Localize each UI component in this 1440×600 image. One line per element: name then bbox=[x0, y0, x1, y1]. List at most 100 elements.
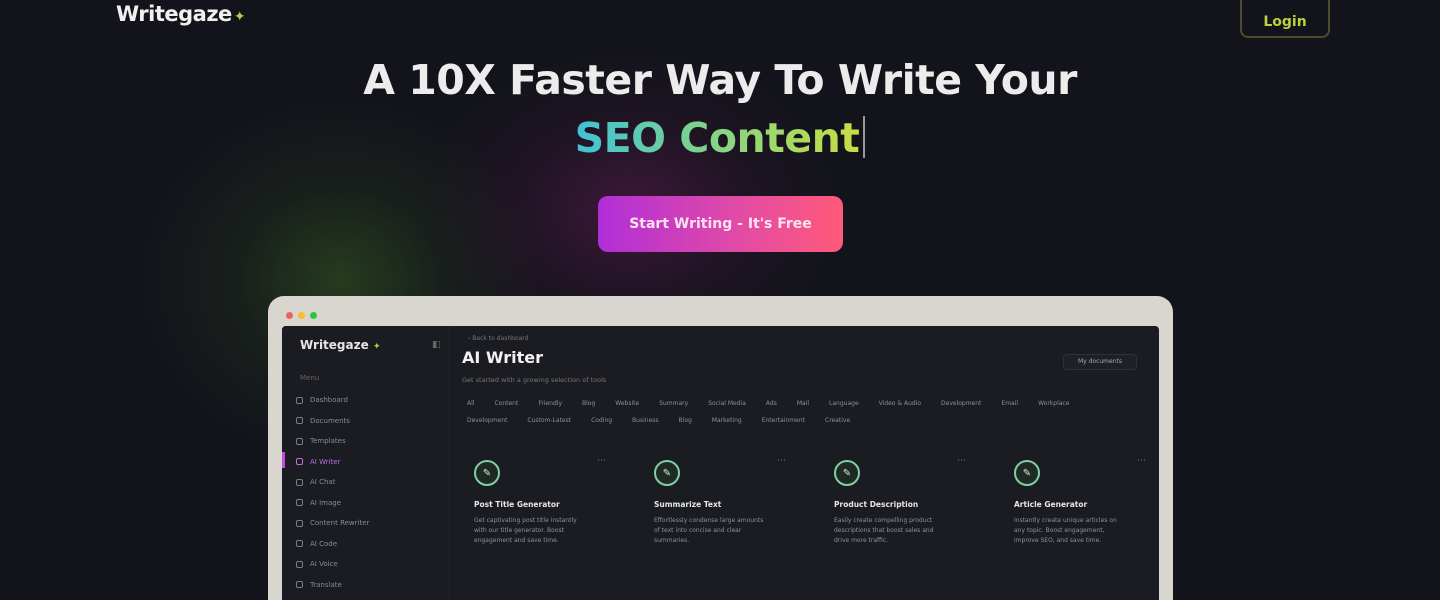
active-indicator bbox=[282, 452, 285, 468]
tool-card-description: Instantly create unique articles on any … bbox=[1014, 517, 1117, 544]
card-menu-icon: ⋯ bbox=[597, 456, 606, 466]
sidebar-item-label: Translate bbox=[310, 580, 342, 589]
filter-chip: Development bbox=[941, 400, 982, 407]
filter-chip: Friendly bbox=[538, 400, 562, 407]
filter-chip: Creative bbox=[825, 417, 851, 424]
tool-card: ✎ ⋯ Summarize Text Effortlessly condense la… bbox=[642, 452, 792, 592]
filter-chip: Mail bbox=[796, 400, 810, 407]
page-title: AI Writer bbox=[462, 348, 544, 367]
filter-chip: Content bbox=[494, 400, 519, 407]
laptop-mockup: Writegaze ✦ ◧ Menu Dashboard Documents Tem… bbox=[268, 296, 1173, 600]
sidebar-item: AI Image bbox=[296, 493, 369, 514]
tool-icon: ✎ bbox=[474, 460, 500, 486]
category-filters: All Content Friendly Blog Website Summary Soci… bbox=[464, 398, 1104, 426]
tool-icon: ✎ bbox=[654, 460, 680, 486]
filter-chip: Social Media bbox=[708, 400, 746, 407]
window-controls bbox=[286, 312, 317, 319]
tool-card-title: Article Generator bbox=[1014, 500, 1088, 509]
menu-section-label: Menu bbox=[300, 374, 320, 382]
sidebar-item-label: AI Code bbox=[310, 539, 337, 548]
filter-chip: Website bbox=[615, 400, 640, 407]
sidebar-item: AI Writer bbox=[296, 452, 369, 473]
tool-card-description: Easily create compelling product descrip… bbox=[834, 517, 934, 544]
sidebar-item-label: Documents bbox=[310, 416, 350, 425]
chat-icon bbox=[296, 478, 303, 486]
tool-card-description: Effortlessly condense large amounts of t… bbox=[654, 517, 764, 544]
sidebar-item-label: Templates bbox=[310, 437, 346, 446]
filter-chip: Blog bbox=[678, 417, 692, 424]
sparkle-icon: ✦ bbox=[233, 9, 246, 25]
app-logo-text: Writegaze bbox=[300, 338, 369, 352]
template-icon bbox=[296, 437, 303, 445]
sidebar-item: Dashboard bbox=[296, 390, 369, 411]
card-menu-icon: ⋯ bbox=[1137, 456, 1146, 466]
tool-icon: ✎ bbox=[834, 460, 860, 486]
minimize-dot-icon bbox=[298, 312, 305, 319]
sidebar-item-label: AI Chat bbox=[310, 478, 336, 487]
mic-icon bbox=[296, 560, 303, 568]
sidebar-item-label: AI Writer bbox=[310, 457, 341, 466]
collapse-sidebar-icon: ◧ bbox=[432, 340, 441, 350]
card-menu-icon: ⋯ bbox=[777, 456, 786, 466]
filter-chip: Business bbox=[632, 417, 659, 424]
filter-chip: Coding bbox=[591, 417, 613, 424]
hero-headline: A 10X Faster Way To Write Your bbox=[363, 56, 1077, 104]
sidebar-item-label: AI Image bbox=[310, 498, 342, 507]
login-button[interactable]: Login bbox=[1240, 0, 1330, 38]
start-writing-button[interactable]: Start Writing - It's Free bbox=[598, 196, 843, 252]
document-icon bbox=[296, 417, 303, 425]
sidebar-item-label: Dashboard bbox=[310, 396, 348, 405]
tool-card: ✎ ⋯ Post Title Generator Get captivating po… bbox=[462, 452, 612, 592]
filter-chip: Language bbox=[829, 400, 859, 407]
filter-chip: Email bbox=[1001, 400, 1019, 407]
translate-icon bbox=[296, 581, 303, 589]
card-menu-icon: ⋯ bbox=[957, 456, 966, 466]
brand-name: Writegaze bbox=[116, 2, 232, 26]
tool-icon: ✎ bbox=[1014, 460, 1040, 486]
maximize-dot-icon bbox=[310, 312, 317, 319]
my-documents-button: My documents bbox=[1063, 354, 1137, 370]
brand-logo[interactable]: Writegaze ✦ bbox=[116, 2, 246, 26]
refresh-icon bbox=[296, 519, 303, 527]
filter-chip: Blog bbox=[582, 400, 596, 407]
page-subtitle: Get started with a growing selection of … bbox=[462, 376, 607, 384]
filter-chip: Summary bbox=[659, 400, 689, 407]
filter-chip: All bbox=[467, 400, 475, 407]
image-icon bbox=[296, 499, 303, 507]
app-main: ‹ Back to dashboard AI Writer Get starte… bbox=[462, 326, 1159, 600]
sidebar-item: Translate bbox=[296, 575, 369, 596]
filter-chip: Development bbox=[467, 417, 508, 424]
breadcrumb: ‹ Back to dashboard bbox=[468, 335, 529, 342]
filter-chip: Video & Audio bbox=[878, 400, 922, 407]
close-dot-icon bbox=[286, 312, 293, 319]
sidebar-item-label: Content Rewriter bbox=[310, 519, 370, 528]
tool-card-title: Summarize Text bbox=[654, 500, 722, 509]
sidebar-item: Documents bbox=[296, 411, 369, 432]
sidebar-menu: Dashboard Documents Templates AI Writer AI C… bbox=[296, 390, 369, 595]
pen-icon bbox=[296, 458, 303, 466]
code-icon bbox=[296, 540, 303, 548]
text-caret bbox=[863, 116, 866, 158]
tool-card: ✎ ⋯ Product Description Easily create compe… bbox=[822, 452, 972, 592]
app-logo: Writegaze ✦ bbox=[300, 338, 380, 352]
tool-cards: ✎ ⋯ Post Title Generator Get captivating po… bbox=[462, 452, 1159, 592]
sidebar-item: Content Rewriter bbox=[296, 513, 369, 534]
sidebar-item: AI Code bbox=[296, 534, 369, 555]
tool-card-title: Product Description bbox=[834, 500, 919, 509]
sidebar-item: AI Voice bbox=[296, 554, 369, 575]
filter-chip: Entertainment bbox=[761, 417, 805, 424]
filter-chip: Marketing bbox=[711, 417, 742, 424]
tool-card-description: Get captivating post title instantly wit… bbox=[474, 517, 577, 544]
sparkle-icon: ✦ bbox=[372, 342, 381, 352]
app-preview-screen: Writegaze ✦ ◧ Menu Dashboard Documents Tem… bbox=[282, 326, 1159, 600]
filter-chip: Ads bbox=[765, 400, 777, 407]
hero-highlight: SEO Content bbox=[0, 114, 1440, 162]
hero-highlight-text: SEO Content bbox=[574, 114, 860, 162]
filter-chip: Workplace bbox=[1038, 400, 1070, 407]
tool-card: ✎ ⋯ Article Generator Instantly create uniq… bbox=[1002, 452, 1152, 592]
sidebar-item-label: AI Voice bbox=[310, 560, 338, 569]
sidebar-item: AI Chat bbox=[296, 472, 369, 493]
app-sidebar: Writegaze ✦ ◧ Menu Dashboard Documents Tem… bbox=[282, 326, 450, 600]
grid-icon bbox=[296, 396, 303, 404]
tool-card-title: Post Title Generator bbox=[474, 500, 560, 509]
